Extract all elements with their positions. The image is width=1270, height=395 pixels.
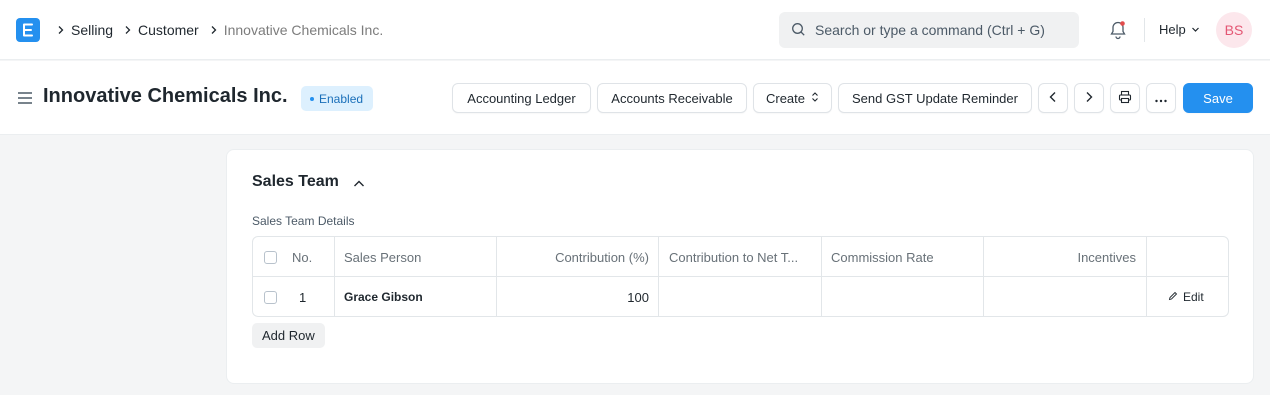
help-label: Help [1159, 22, 1186, 37]
breadcrumb-current[interactable]: Innovative Chemicals Inc. [224, 22, 384, 38]
row-sales-person[interactable]: Grace Gibson [344, 277, 423, 317]
more-horizontal-icon [1154, 91, 1168, 106]
checkbox-box [264, 250, 277, 264]
accounting-ledger-button[interactable]: Accounting Ledger [452, 83, 591, 113]
save-button[interactable]: Save [1183, 83, 1253, 113]
top-navbar: Selling Customer Innovative Chemicals In… [0, 0, 1270, 60]
accounts-receivable-button[interactable]: Accounts Receivable [597, 83, 747, 113]
app-logo-icon[interactable] [16, 18, 40, 42]
breadcrumb-customer[interactable]: Customer [138, 22, 199, 38]
page-head: Innovative Chemicals Inc. Enabled Accoun… [0, 61, 1270, 135]
search-icon [791, 22, 806, 40]
row-contribution[interactable]: 100 [506, 277, 649, 317]
row-edit-label: Edit [1183, 290, 1204, 304]
create-button-label: Create [765, 90, 806, 106]
select-arrows-icon [811, 91, 819, 106]
chevron-right-icon [123, 20, 138, 40]
send-gst-reminder-button[interactable]: Send GST Update Reminder [838, 83, 1032, 113]
section-title: Sales Team [252, 173, 339, 190]
chevron-down-icon [1191, 22, 1200, 37]
previous-record-button[interactable] [1038, 83, 1068, 113]
add-row-button[interactable]: Add Row [252, 323, 325, 348]
chevron-up-icon[interactable] [353, 177, 365, 192]
column-header-contribution-net: Contribution to Net T... [669, 249, 799, 265]
breadcrumb: Selling Customer Innovative Chemicals In… [56, 20, 393, 40]
table-label: Sales Team Details [252, 214, 355, 228]
navbar-divider [1144, 18, 1145, 42]
create-dropdown-button[interactable]: Create [753, 83, 832, 113]
row-edit-button[interactable]: Edit [1168, 277, 1204, 317]
print-button[interactable] [1110, 83, 1140, 113]
notification-bell-icon[interactable] [1109, 20, 1127, 43]
column-header-sales-person: Sales Person [344, 249, 422, 265]
search-placeholder: Search or type a command (Ctrl + G) [815, 22, 1045, 38]
row-checkbox[interactable] [264, 277, 277, 317]
sales-team-section: Sales Team Sales Team Details No. Sales … [226, 149, 1254, 384]
row-contribution-net[interactable] [669, 277, 814, 317]
avatar[interactable]: BS [1216, 12, 1252, 48]
sidebar-toggle-icon[interactable] [17, 91, 33, 108]
chevron-right-icon [56, 20, 71, 40]
row-commission-rate[interactable] [831, 277, 976, 317]
column-header-no: No. [292, 249, 313, 265]
status-badge-label: Enabled [319, 91, 364, 106]
table-row[interactable]: 1 Grace Gibson 100 Edit [253, 277, 1228, 317]
row-number: 1 [299, 289, 307, 305]
chevron-right-icon [209, 20, 224, 40]
select-all-checkbox[interactable] [264, 237, 277, 277]
search-input[interactable]: Search or type a command (Ctrl + G) [779, 12, 1079, 48]
chevron-right-icon [1084, 91, 1094, 106]
column-header-incentives: Incentives [1077, 249, 1136, 265]
printer-icon [1118, 90, 1132, 107]
checkbox-box [264, 290, 277, 304]
column-header-commission-rate: Commission Rate [831, 249, 934, 265]
status-badge: Enabled [301, 86, 374, 111]
next-record-button[interactable] [1074, 83, 1104, 113]
status-dot-icon [310, 96, 314, 101]
row-incentives[interactable] [993, 277, 1136, 317]
pencil-icon [1168, 290, 1178, 304]
table-header-row: No. Sales Person Contribution (%) Contri… [253, 237, 1228, 277]
more-actions-button[interactable] [1146, 83, 1176, 113]
chevron-left-icon [1048, 91, 1058, 106]
help-dropdown[interactable]: Help [1159, 22, 1200, 37]
breadcrumb-selling[interactable]: Selling [71, 22, 113, 38]
page-title: Innovative Chemicals Inc. [43, 85, 288, 107]
column-header-contribution: Contribution (%) [555, 249, 649, 265]
sales-team-table: No. Sales Person Contribution (%) Contri… [252, 236, 1229, 317]
